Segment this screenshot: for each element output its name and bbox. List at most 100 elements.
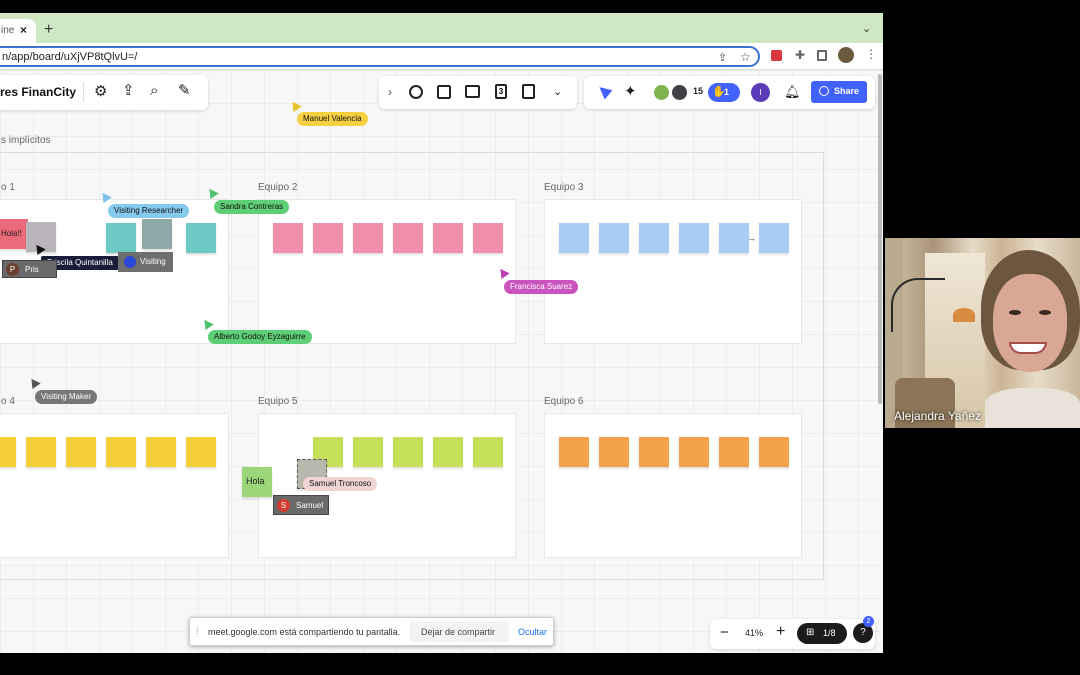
sticky-note-icon[interactable]: [437, 85, 451, 99]
sticky-note[interactable]: [679, 223, 709, 253]
share-button-label: Share: [834, 86, 860, 96]
sticky-note[interactable]: Hola: [242, 467, 272, 497]
upload-icon[interactable]: ⇪: [122, 83, 135, 99]
participant-video[interactable]: Alejandra Yañez: [885, 238, 1080, 428]
puzzle-icon[interactable]: ✚: [795, 48, 805, 62]
tab-close-icon[interactable]: ×: [20, 23, 27, 37]
browser-tab[interactable]: ine ×: [0, 19, 36, 43]
user-tag: P Pris: [2, 260, 57, 278]
settings-gear-icon[interactable]: ⚙: [94, 84, 107, 100]
sticky-note[interactable]: [559, 223, 589, 253]
sticky-note[interactable]: [639, 437, 669, 467]
sticky-note[interactable]: [146, 437, 176, 467]
zoom-out-button[interactable]: −: [720, 624, 729, 641]
share-message: meet.google.com está compartiendo tu pan…: [208, 627, 401, 637]
team-frame[interactable]: [544, 413, 802, 558]
zoom-controls: − 41% + ⊞ 1/8 ? 2: [710, 616, 875, 649]
sticky-note[interactable]: [433, 437, 463, 467]
stop-sharing-button[interactable]: Dejar de compartir: [410, 621, 509, 642]
presentation-icon[interactable]: [465, 85, 480, 98]
sticky-note[interactable]: [759, 437, 789, 467]
user-tag-name: Pris: [25, 265, 39, 274]
sticky-note[interactable]: [599, 437, 629, 467]
frames-button[interactable]: ⊞ 1/8: [797, 623, 847, 644]
more-tools-icon[interactable]: ⌄: [553, 84, 562, 100]
cursor-label: Samuel Troncoso: [303, 477, 378, 491]
sticky-note[interactable]: [353, 437, 383, 467]
sticky-note[interactable]: [313, 223, 343, 253]
collaborator-count[interactable]: 15: [693, 86, 703, 96]
sticky-note[interactable]: [273, 223, 303, 253]
user-tag: S Samuel: [273, 495, 329, 515]
sticky-note[interactable]: [473, 437, 503, 467]
user-tag-name: Samuel: [296, 501, 324, 510]
share-button[interactable]: Share: [811, 81, 867, 103]
celebrate-icon[interactable]: ✦: [624, 84, 637, 100]
extension-icon[interactable]: [771, 50, 782, 61]
sticky-note[interactable]: [66, 437, 96, 467]
timer-icon[interactable]: [409, 85, 423, 99]
sticky-note[interactable]: [186, 223, 216, 253]
tab-search-icon[interactable]: ⌄: [862, 22, 871, 35]
voting-icon[interactable]: 3: [495, 84, 507, 99]
sticky-note[interactable]: [186, 437, 216, 467]
zoom-level[interactable]: 41%: [745, 628, 763, 638]
profile-avatar[interactable]: [838, 47, 854, 63]
sticky-note[interactable]: [679, 437, 709, 467]
collaborator-avatar[interactable]: [670, 83, 689, 102]
plug-icon[interactable]: ✎: [178, 83, 191, 99]
team-title: Equipo 5: [258, 396, 298, 407]
zoom-in-button[interactable]: +: [776, 623, 785, 641]
board-name[interactable]: res FinanCity: [0, 85, 76, 99]
sticky-note[interactable]: [559, 437, 589, 467]
browser-menu-icon[interactable]: ⋮: [865, 47, 877, 61]
hand-icon: ✋: [712, 86, 726, 98]
browser-tab-bar: ine × + ⌄: [0, 13, 883, 43]
board-toolbar: res FinanCity ⚙ ⇪ ⌕ ✎: [0, 75, 208, 110]
bookmark-star-icon[interactable]: ☆: [740, 50, 751, 64]
sticky-note[interactable]: [719, 437, 749, 467]
user-initial: S: [277, 499, 290, 512]
side-panel-icon[interactable]: [817, 50, 827, 61]
whiteboard-canvas[interactable]: res FinanCity ⚙ ⇪ ⌕ ✎ › 3 ⌄ ✦ 15 1 ✋ I 🔔…: [0, 70, 883, 653]
sticky-note[interactable]: [0, 437, 16, 467]
notifications-bell-icon[interactable]: 🔔︎: [784, 84, 801, 100]
sticky-note[interactable]: [106, 437, 136, 467]
sticky-note[interactable]: [433, 223, 463, 253]
url-field[interactable]: n/app/board/uXjVP8tQlvU=/ ⇪ ☆: [0, 46, 760, 67]
team-frame[interactable]: [544, 199, 802, 344]
sticky-note[interactable]: [473, 223, 503, 253]
sticky-note[interactable]: [639, 223, 669, 253]
sticky-note[interactable]: [599, 223, 629, 253]
sticky-note[interactable]: Hola!!: [0, 219, 28, 249]
sticky-note[interactable]: [393, 437, 423, 467]
sticky-note[interactable]: [759, 223, 789, 253]
hide-button[interactable]: Ocultar: [518, 627, 547, 637]
sticky-note[interactable]: [393, 223, 423, 253]
drag-handle-icon[interactable]: ⁞: [196, 626, 199, 636]
shoulders: [985, 388, 1080, 428]
share-page-icon[interactable]: ⇪: [718, 51, 727, 64]
collaborator-avatar[interactable]: [652, 83, 671, 102]
sticky-note[interactable]: [353, 223, 383, 253]
new-tab-button[interactable]: +: [44, 21, 53, 39]
sticky-note[interactable]: [142, 219, 172, 249]
team-title: o 1: [1, 182, 15, 193]
current-user-avatar[interactable]: I: [751, 83, 770, 102]
stop-sharing-label: Dejar de compartir: [421, 627, 496, 637]
team-frame[interactable]: [258, 199, 516, 344]
sticky-note[interactable]: [719, 223, 749, 253]
scrollbar[interactable]: [878, 74, 882, 404]
search-icon[interactable]: ⌕: [150, 83, 158, 99]
cursor-label: Manuel Valencia: [297, 112, 368, 126]
sticky-note[interactable]: [106, 223, 136, 253]
team-frame[interactable]: [0, 413, 229, 558]
team-title: Equipo 3: [544, 182, 584, 193]
section-title: s implícitos: [1, 135, 51, 146]
connector-arrow-icon: →: [747, 233, 756, 243]
collaboration-toolbar: › 3 ⌄: [379, 76, 577, 109]
sticky-note[interactable]: [26, 437, 56, 467]
notes-icon[interactable]: [522, 84, 535, 99]
chevron-right-icon[interactable]: ›: [388, 84, 392, 100]
cursor-follow-icon[interactable]: [595, 82, 613, 100]
